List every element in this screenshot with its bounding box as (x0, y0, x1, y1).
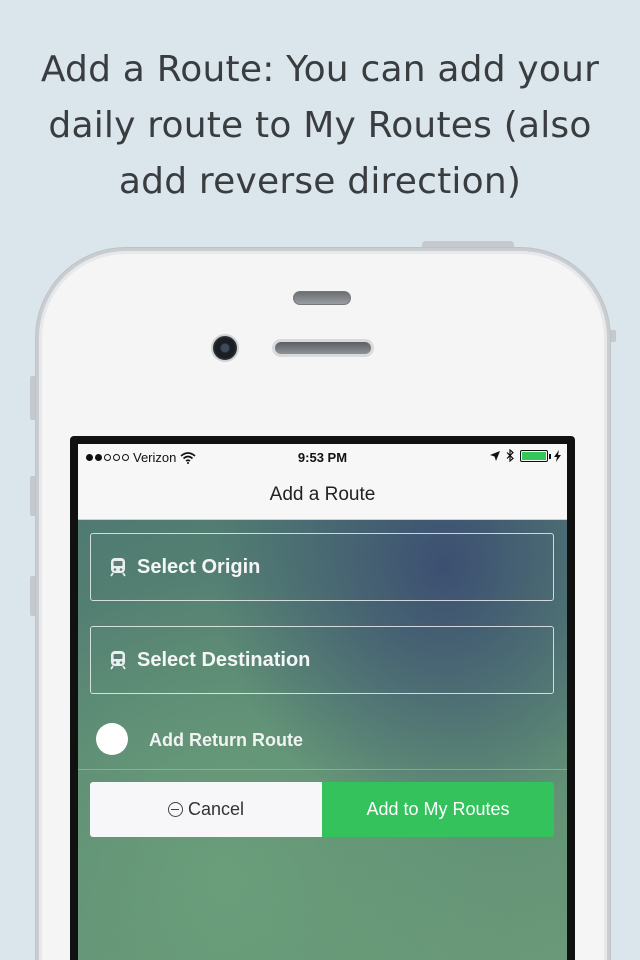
select-origin-field[interactable]: Select Origin (90, 533, 554, 601)
charging-bolt-icon (554, 449, 561, 462)
promo-headline: Add a Route: You can add your daily rout… (0, 42, 640, 210)
front-camera-icon (211, 334, 239, 362)
bluetooth-icon (506, 449, 514, 462)
cancel-label: Cancel (187, 799, 245, 819)
return-route-label: Add Return Route (149, 730, 303, 750)
battery-icon (520, 449, 551, 462)
phone-side-detail (610, 330, 616, 342)
location-arrow-icon (490, 450, 500, 461)
headline-line-1: Add a Route: You can add your (40, 49, 600, 90)
train-icon (110, 651, 126, 670)
status-right (490, 449, 561, 462)
origin-label: Select Origin (137, 555, 261, 578)
page-title: Add a Route (269, 484, 376, 505)
destination-label: Select Destination (137, 648, 311, 671)
status-bar: Verizon 9:53 PM (78, 444, 567, 472)
return-route-row: Add Return Route (78, 710, 567, 770)
train-icon (110, 558, 126, 577)
cancel-button[interactable]: Cancel (90, 782, 322, 837)
nav-bar: Add a Route (78, 472, 567, 520)
headline-line-2: daily route to My Routes (also (48, 105, 592, 146)
add-to-my-routes-button[interactable]: Add to My Routes (322, 782, 554, 837)
minus-circle-icon (167, 802, 183, 817)
select-destination-field[interactable]: Select Destination (90, 626, 554, 694)
add-label: Add to My Routes (366, 799, 510, 819)
earpiece-speaker (272, 339, 374, 357)
form-area: Select Origin Select Destination Add Ret… (78, 520, 567, 960)
return-route-toggle[interactable] (96, 723, 128, 755)
battery-level-fill (522, 451, 546, 460)
app-screen: Verizon 9:53 PM Add a Route Select Origi… (78, 444, 567, 960)
phone-top-sensor (293, 291, 351, 305)
headline-line-3: add reverse direction) (118, 161, 522, 202)
